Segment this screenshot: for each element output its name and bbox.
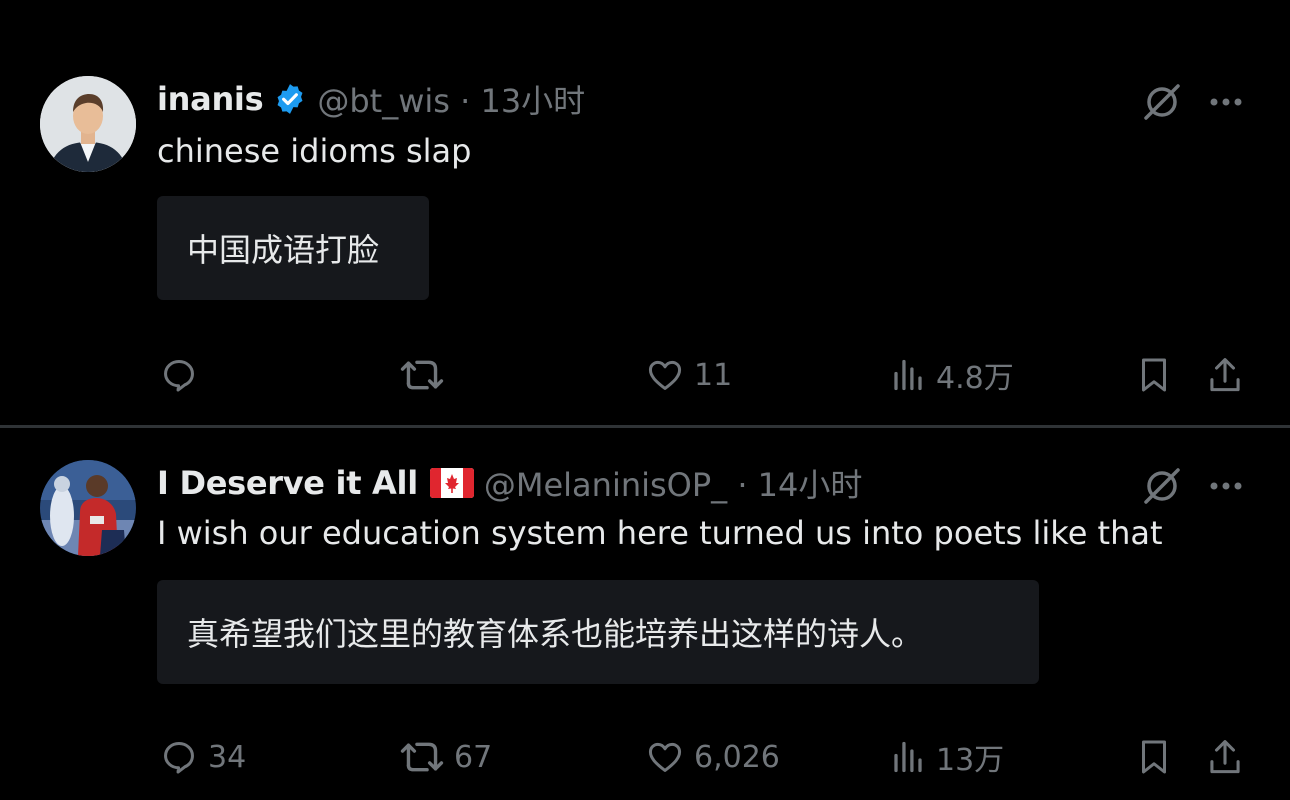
heart-icon — [648, 742, 682, 772]
handle-time: @bt_wis · 13小时 — [317, 76, 585, 122]
handle-time: @MelaninisOP_ · 14小时 — [484, 460, 863, 506]
grok-icon[interactable] — [1140, 80, 1184, 124]
more-icon[interactable] — [1206, 84, 1246, 120]
tweet[interactable]: inanis @bt_wis · 13小时 chinese idioms sla… — [0, 0, 1290, 425]
avatar[interactable] — [40, 460, 136, 556]
tweet[interactable]: I Deserve it All @MelaninisOP_ · 14小时 I … — [0, 432, 1290, 800]
views-button[interactable]: 13万 — [890, 732, 1004, 782]
tweet-actions: 34 67 6,026 13万 — [0, 732, 1290, 782]
divider — [0, 425, 1290, 428]
timestamp[interactable]: 13小时 — [480, 82, 585, 120]
tweet-text: I wish our education system here turned … — [157, 514, 1163, 552]
avatar[interactable] — [40, 76, 136, 172]
timestamp[interactable]: 14小时 — [758, 466, 863, 504]
reply-button[interactable]: 34 — [160, 732, 246, 782]
share-button[interactable] — [1206, 350, 1244, 400]
translation-text: 中国成语打脸 — [187, 231, 380, 269]
display-name[interactable]: I Deserve it All — [157, 464, 418, 502]
share-icon — [1210, 740, 1240, 774]
reply-button[interactable] — [160, 350, 208, 400]
translation-box: 真希望我们这里的教育体系也能培养出这样的诗人。 — [157, 580, 1039, 684]
separator: · — [460, 82, 471, 120]
views-icon — [894, 741, 922, 773]
repost-count: 67 — [454, 739, 493, 775]
translation-box: 中国成语打脸 — [157, 196, 429, 300]
bookmark-icon — [1142, 358, 1166, 392]
canada-flag-icon — [429, 468, 474, 498]
tweet-header: inanis @bt_wis · 13小时 — [157, 76, 585, 122]
translation-text: 真希望我们这里的教育体系也能培养出这样的诗人。 — [187, 615, 924, 653]
tweet-text: chinese idioms slap — [157, 132, 472, 170]
reply-icon — [164, 742, 194, 774]
display-name[interactable]: inanis — [157, 80, 264, 118]
bookmark-button[interactable] — [1136, 732, 1172, 782]
tweet-actions: 11 4.8万 — [0, 350, 1290, 400]
more-icon[interactable] — [1206, 468, 1246, 504]
repost-button[interactable] — [400, 350, 454, 400]
share-button[interactable] — [1206, 732, 1244, 782]
repost-icon — [400, 360, 444, 390]
bookmark-button[interactable] — [1136, 350, 1172, 400]
views-icon — [894, 359, 922, 391]
tweet-header: I Deserve it All @MelaninisOP_ · 14小时 — [157, 460, 862, 506]
like-count: 6,026 — [694, 739, 780, 775]
bookmark-icon — [1142, 740, 1166, 774]
views-count: 13万 — [936, 743, 1005, 778]
repost-icon — [400, 742, 444, 772]
separator: · — [737, 466, 748, 504]
heart-icon — [648, 360, 682, 390]
views-button[interactable]: 4.8万 — [890, 350, 1014, 400]
timeline-feed: inanis @bt_wis · 13小时 chinese idioms sla… — [0, 0, 1290, 800]
reply-icon — [164, 360, 194, 392]
like-button[interactable]: 11 — [646, 350, 732, 400]
handle[interactable]: @bt_wis — [317, 82, 450, 120]
verified-icon — [277, 84, 303, 114]
like-count: 11 — [694, 357, 733, 393]
like-button[interactable]: 6,026 — [646, 732, 780, 782]
reply-count: 34 — [208, 739, 247, 775]
grok-icon[interactable] — [1140, 464, 1184, 508]
handle[interactable]: @MelaninisOP_ — [484, 466, 727, 504]
views-count: 4.8万 — [936, 361, 1014, 396]
repost-button[interactable]: 67 — [400, 732, 492, 782]
share-icon — [1210, 358, 1240, 392]
